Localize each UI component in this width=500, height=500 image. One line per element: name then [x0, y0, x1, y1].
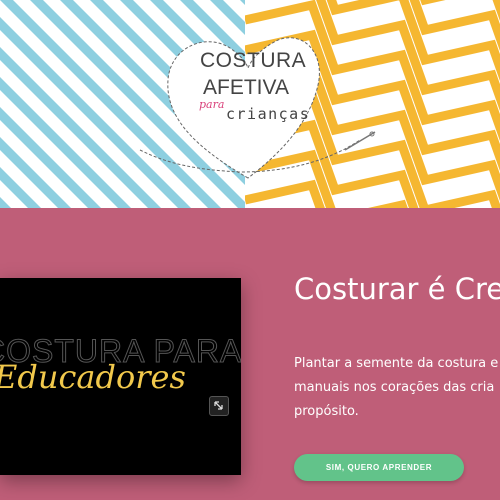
logo: COSTURA AFETIVA para crianças [0, 0, 500, 208]
logo-line-3: para [199, 98, 225, 111]
paragraph-line: manuais nos corações das cria [294, 380, 495, 395]
video-thumbnail[interactable]: COSTURA PARA Educadores [0, 278, 241, 475]
paragraph-line: Plantar a semente da costura e [294, 356, 499, 371]
expand-icon-glyph [214, 401, 223, 410]
logo-line-4: crianças [226, 105, 311, 123]
hero-banner: COSTURA AFETIVA para crianças [0, 0, 500, 208]
cta-button[interactable]: SIM, QUERO APRENDER [294, 454, 464, 481]
logo-line-2: AFETIVA [203, 76, 289, 99]
section-heading: Costurar é Cres [294, 272, 500, 306]
expand-icon[interactable] [209, 396, 229, 416]
logo-line-1: COSTURA [200, 49, 307, 72]
video-title-bottom: Educadores [0, 358, 186, 396]
section-paragraph: Plantar a semente da costura e manuais n… [294, 352, 500, 424]
paragraph-line: propósito. [294, 404, 359, 419]
